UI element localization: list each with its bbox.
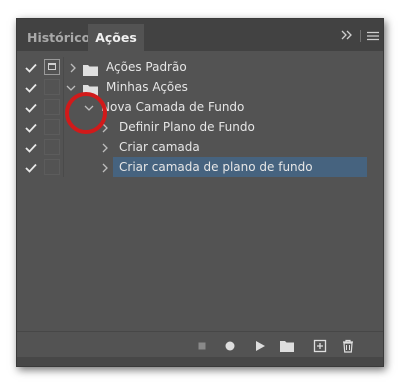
chevron-right-icon[interactable] (67, 60, 79, 74)
panel-bottom-edge (17, 357, 383, 366)
new-set-folder-icon[interactable] (280, 338, 294, 352)
panel-header-buttons (340, 27, 379, 45)
action-label: Nova Camada de Fundo (101, 100, 245, 114)
action-step-label: Definir Plano de Fundo (119, 120, 255, 134)
action-set-label: Ações Padrão (106, 60, 187, 74)
folder-icon (83, 61, 98, 76)
panel-tab-bar: Histórico Ações (17, 19, 383, 51)
check-icon[interactable] (24, 120, 38, 134)
check-icon[interactable] (24, 100, 38, 114)
collapse-icon[interactable] (340, 29, 354, 44)
action-step-row[interactable]: Criar camada (17, 137, 383, 157)
play-icon[interactable] (253, 338, 267, 352)
row-divider (63, 77, 64, 97)
action-set-label: Minhas Ações (106, 80, 188, 94)
chevron-right-icon[interactable] (99, 140, 111, 154)
actions-toolbar (17, 331, 383, 358)
action-set-row[interactable]: Minhas Ações (17, 77, 383, 97)
header-divider (360, 30, 361, 42)
action-step-row-selected[interactable]: Criar camada de plano de fundo (17, 157, 383, 177)
check-icon[interactable] (24, 80, 38, 94)
highlight-circle (65, 92, 107, 134)
actions-panel: Histórico Ações Ações Padrão Minhas Açõe… (16, 18, 384, 367)
tab-acoes[interactable]: Ações (88, 24, 144, 51)
row-divider (63, 157, 64, 177)
panel-menu-icon[interactable] (367, 31, 379, 41)
row-divider (63, 137, 64, 157)
delete-icon[interactable] (341, 338, 355, 353)
record-icon[interactable] (223, 338, 237, 352)
stop-icon[interactable] (195, 338, 209, 352)
dialog-toggle-icon[interactable] (44, 99, 60, 115)
dialog-toggle-icon[interactable] (44, 59, 60, 75)
dialog-toggle-icon[interactable] (44, 139, 60, 155)
new-action-icon[interactable] (313, 338, 327, 353)
chevron-down-icon[interactable] (65, 80, 77, 94)
dialog-toggle-icon[interactable] (44, 79, 60, 95)
action-set-row[interactable]: Ações Padrão (17, 57, 383, 77)
check-icon[interactable] (24, 160, 38, 174)
dialog-toggle-icon[interactable] (44, 119, 60, 135)
row-divider (63, 57, 64, 77)
dialog-toggle-icon[interactable] (44, 159, 60, 175)
row-divider (63, 117, 64, 137)
row-divider (63, 97, 64, 117)
check-icon[interactable] (24, 140, 38, 154)
check-icon[interactable] (24, 60, 38, 74)
tab-historico[interactable]: Histórico (23, 24, 91, 51)
action-step-label: Criar camada (119, 140, 200, 154)
chevron-right-icon[interactable] (99, 160, 111, 174)
action-step-label: Criar camada de plano de fundo (119, 160, 313, 174)
